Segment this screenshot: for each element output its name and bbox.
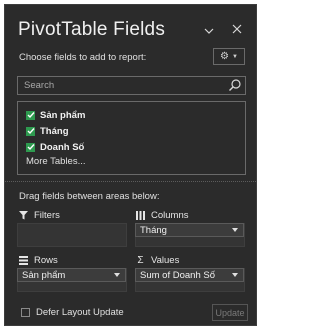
values-label: Values (151, 255, 180, 266)
pane-title: PivotTable Fields (18, 19, 166, 40)
section-divider (5, 181, 256, 182)
caret-down-icon: ▼ (232, 53, 238, 60)
field-checkbox[interactable] (26, 126, 35, 136)
checkbox-box[interactable] (21, 308, 30, 317)
values-area-label: Σ Values (136, 255, 179, 266)
values-field-sum-doanh-so[interactable]: Sum of Doanh Số (135, 268, 244, 282)
field-checkbox[interactable] (26, 110, 35, 120)
rows-icon (19, 256, 28, 265)
check-icon (27, 112, 35, 119)
defer-label: Defer Layout Update (36, 307, 124, 318)
field-item-doanh-so[interactable]: Doanh Số (26, 141, 84, 153)
rows-field-san-pham[interactable]: Sản phẩm (17, 268, 126, 282)
dropdown-arrow-icon[interactable] (232, 228, 238, 232)
columns-area-label: Columns (136, 210, 189, 221)
pill-label: Tháng (140, 224, 167, 236)
filters-drop-zone[interactable] (17, 223, 127, 247)
search-box (17, 76, 246, 95)
chevron-down-icon[interactable] (204, 23, 214, 38)
check-icon (27, 144, 35, 151)
field-label: Tháng (40, 125, 69, 137)
filters-label: Filters (34, 210, 60, 221)
search-icon[interactable] (228, 78, 242, 92)
update-button[interactable]: Update (212, 304, 248, 321)
defer-layout-update-checkbox[interactable]: Defer Layout Update (21, 307, 124, 318)
pill-label: Sản phẩm (22, 269, 66, 281)
check-icon (27, 128, 35, 135)
pill-label: Sum of Doanh Số (140, 269, 215, 281)
drag-hint: Drag fields between areas below: (19, 191, 160, 202)
tools-button[interactable]: ⚙ ▼ (213, 48, 245, 65)
choose-fields-label: Choose fields to add to report: (19, 52, 147, 63)
field-label: Doanh Số (40, 141, 85, 153)
gear-icon: ⚙ (220, 51, 229, 62)
columns-field-thang[interactable]: Tháng (135, 223, 244, 237)
dropdown-arrow-icon[interactable] (114, 273, 120, 277)
rows-label: Rows (34, 255, 58, 266)
filters-area-label: Filters (19, 210, 60, 221)
rows-area-label: Rows (19, 255, 58, 266)
close-icon[interactable] (232, 22, 242, 37)
pivottable-fields-pane: PivotTable Fields Choose fields to add t… (4, 4, 257, 326)
filter-icon (19, 211, 28, 220)
field-list: Sản phẩm Tháng Doanh Số More Tables... (17, 101, 246, 175)
field-item-thang[interactable]: Tháng (26, 125, 69, 137)
sigma-icon: Σ (137, 255, 144, 266)
field-checkbox[interactable] (26, 142, 35, 152)
more-tables-link[interactable]: More Tables... (26, 156, 86, 167)
columns-label: Columns (151, 210, 189, 221)
columns-icon (136, 211, 145, 220)
field-item-san-pham[interactable]: Sản phẩm (26, 109, 85, 121)
search-input[interactable] (18, 77, 229, 94)
dropdown-arrow-icon[interactable] (232, 273, 238, 277)
field-label: Sản phẩm (40, 109, 86, 121)
